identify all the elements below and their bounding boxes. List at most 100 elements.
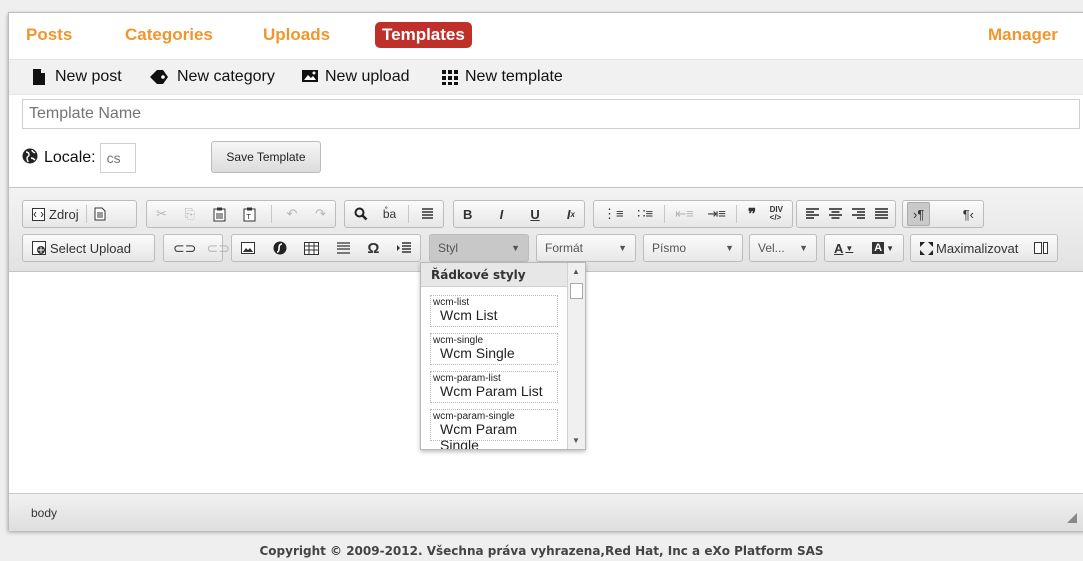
- numbered-list-icon[interactable]: ⋮≡: [598, 202, 629, 226]
- editor-toolbar: Zdroj ✂ ⎘ T ↶ ↷ b̊a B I U I x ⋮≡ ∷≡ ⇤≡ ⇥…: [9, 188, 1083, 272]
- page-break-icon[interactable]: [392, 236, 416, 260]
- source-icon: [32, 207, 45, 221]
- new-post-label: New post: [55, 68, 122, 85]
- toolbar-separator: [408, 205, 410, 223]
- toolbar-group-find: b̊a: [344, 200, 444, 228]
- toolbar-separator: [663, 205, 665, 223]
- text-color-icon[interactable]: A ▼: [829, 236, 858, 260]
- remove-format-icon[interactable]: Ix: [562, 202, 580, 226]
- save-template-button[interactable]: Save Template: [211, 141, 321, 173]
- indent-icon[interactable]: ⇥≡: [702, 202, 730, 226]
- cut-icon[interactable]: ✂: [151, 202, 172, 226]
- style-option-wcm-param-list[interactable]: wcm-param-list Wcm Param List: [430, 371, 558, 403]
- font-combo[interactable]: Písmo ▼: [643, 234, 743, 262]
- tag-icon: [149, 68, 171, 86]
- toolbar-group-basic-styles: B I U Ix: [453, 200, 585, 228]
- toolbar-group-direction: ›¶ ¶‹: [902, 200, 984, 228]
- scroll-thumb[interactable]: [570, 283, 583, 299]
- nav-templates[interactable]: Templates: [375, 22, 472, 48]
- style-option-wcm-param-single[interactable]: wcm-param-single Wcm Param Single: [430, 409, 558, 449]
- show-blocks-icon[interactable]: [1029, 236, 1053, 260]
- font-combo-label: Písmo: [652, 241, 687, 255]
- preview-button[interactable]: [89, 202, 111, 226]
- copy-icon[interactable]: ⎘: [180, 202, 200, 226]
- grid-icon: [441, 68, 459, 86]
- italic-button[interactable]: I: [495, 202, 509, 226]
- outdent-icon[interactable]: ⇤≡: [670, 202, 698, 226]
- toolbar-group-paragraph: ⋮≡ ∷≡ ⇤≡ ⇥≡ ❞ DIV </>: [593, 200, 793, 228]
- toolbar-separator: [85, 205, 87, 223]
- justify-icon[interactable]: [870, 202, 893, 226]
- toolbar-group-clipboard: ✂ ⎘ T ↶ ↷: [146, 200, 336, 228]
- style-option-label: Wcm List: [440, 307, 498, 323]
- nav-uploads[interactable]: Uploads: [263, 25, 330, 45]
- paste-icon[interactable]: [208, 202, 231, 226]
- toolbar-group-links: ⊂⊃ ⊂⊃: [163, 234, 230, 262]
- globe-icon: [22, 148, 38, 169]
- align-right-icon[interactable]: [847, 202, 870, 226]
- paste-text-icon[interactable]: T: [238, 202, 261, 226]
- chevron-down-icon: ▼: [511, 243, 520, 253]
- scroll-up-icon[interactable]: ▲: [572, 267, 580, 276]
- style-option-wcm-single[interactable]: wcm-single Wcm Single: [430, 333, 558, 365]
- style-combo[interactable]: Styl ▼: [429, 234, 529, 262]
- locale-label: Locale:: [44, 149, 96, 166]
- new-upload-link[interactable]: New upload: [301, 68, 410, 86]
- scroll-down-icon[interactable]: ▼: [572, 436, 580, 445]
- nav-posts[interactable]: Posts: [26, 25, 72, 45]
- toolbar-group-upload: Select Upload: [22, 234, 155, 262]
- div-container-icon[interactable]: DIV </>: [765, 202, 788, 226]
- style-option-wcm-list[interactable]: wcm-list Wcm List: [430, 295, 558, 327]
- special-char-icon[interactable]: Ω: [362, 236, 384, 260]
- style-option-label: Wcm Param Single: [440, 421, 517, 450]
- rtl-icon[interactable]: ¶‹: [958, 202, 979, 226]
- replace-icon[interactable]: b̊a: [378, 202, 401, 226]
- nav-manager[interactable]: Manager: [988, 25, 1058, 45]
- locale-input[interactable]: [99, 143, 136, 173]
- source-button[interactable]: Zdroj: [27, 202, 84, 226]
- find-icon[interactable]: [349, 202, 373, 226]
- resize-handle-icon[interactable]: [1067, 513, 1077, 523]
- unlink-icon[interactable]: ⊂⊃: [201, 236, 234, 260]
- toolbar-group-align: [796, 200, 896, 228]
- undo-icon[interactable]: ↶: [282, 202, 303, 226]
- new-post-link[interactable]: New post: [31, 68, 122, 86]
- dropdown-header: Řádkové styly: [421, 263, 585, 287]
- maximize-button[interactable]: Maximalizovat: [915, 236, 1023, 260]
- chevron-down-icon: ▼: [799, 243, 808, 253]
- select-all-icon[interactable]: [416, 202, 439, 226]
- ltr-icon[interactable]: ›¶: [907, 202, 931, 226]
- toolbar-group-document: Zdroj: [22, 200, 137, 228]
- blockquote-icon[interactable]: ❞: [743, 202, 761, 226]
- redo-icon[interactable]: ↷: [310, 202, 331, 226]
- toolbar-group-colors: A ▼ A ▼: [824, 234, 904, 262]
- flash-icon[interactable]: [268, 236, 292, 260]
- align-center-icon[interactable]: [824, 202, 847, 226]
- element-path[interactable]: body: [31, 506, 57, 520]
- image-icon[interactable]: [236, 236, 260, 260]
- style-option-label: Wcm Param List: [440, 383, 543, 399]
- horizontal-rule-icon[interactable]: [332, 236, 355, 260]
- template-name-input[interactable]: [22, 99, 1080, 129]
- dropdown-scrollbar[interactable]: ▲ ▼: [567, 263, 585, 449]
- top-nav: Posts Categories Uploads Templates Manag…: [9, 13, 1083, 59]
- format-combo[interactable]: Formát ▼: [536, 234, 636, 262]
- size-combo-label: Vel...: [758, 241, 785, 255]
- image-icon: [301, 68, 319, 86]
- table-icon[interactable]: [299, 236, 324, 260]
- size-combo[interactable]: Vel... ▼: [749, 234, 817, 262]
- maximize-icon: [920, 241, 933, 255]
- new-template-label: New template: [465, 68, 563, 85]
- background-color-icon[interactable]: A ▼: [867, 236, 899, 260]
- select-upload-button[interactable]: Select Upload: [27, 236, 136, 260]
- underline-button[interactable]: U: [525, 202, 544, 226]
- bulleted-list-icon[interactable]: ∷≡: [632, 202, 658, 226]
- link-icon[interactable]: ⊂⊃: [168, 236, 201, 260]
- new-template-link[interactable]: New template: [441, 68, 563, 86]
- bold-button[interactable]: B: [458, 202, 477, 226]
- chevron-down-icon: ▼: [618, 243, 627, 253]
- toolbar-separator: [736, 205, 738, 223]
- nav-categories[interactable]: Categories: [125, 25, 213, 45]
- new-category-link[interactable]: New category: [149, 68, 275, 86]
- align-left-icon[interactable]: [801, 202, 824, 226]
